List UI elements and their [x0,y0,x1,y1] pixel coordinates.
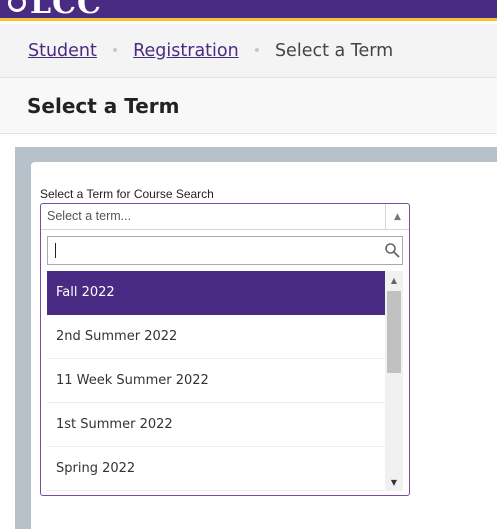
term-options: Fall 2022 2nd Summer 2022 11 Week Summer 2… [47,271,385,491]
term-option[interactable]: 2nd Summer 2022 [47,315,385,359]
list-scrollbar[interactable]: ▲ ▼ [385,271,403,491]
term-select-toggle[interactable]: Select a term... ▲ [41,204,409,230]
term-option[interactable]: Spring 2022 [47,447,385,491]
logo-emblem-icon [8,0,26,12]
term-selection-panel: Select a Term for Course Search Select a… [31,162,497,529]
term-search-input[interactable] [48,237,368,264]
scroll-down-icon[interactable]: ▼ [385,473,403,491]
breadcrumb-current: Select a Term [274,40,394,61]
term-option[interactable]: 1st Summer 2022 [47,403,385,447]
breadcrumb-separator: • [110,42,120,59]
term-option[interactable]: Fall 2022 [47,271,385,315]
text-cursor [55,243,56,258]
breadcrumb-link-registration[interactable]: Registration [133,41,239,61]
term-options-list: Fall 2022 2nd Summer 2022 11 Week Summer 2… [47,271,403,491]
scroll-up-icon[interactable]: ▲ [385,271,403,289]
breadcrumb-link-student[interactable]: Student [28,41,97,61]
top-header-bar: LCC [0,0,497,21]
search-icon [385,243,400,258]
term-search-box[interactable] [47,236,403,265]
term-select-label: Select a Term for Course Search [40,187,214,201]
term-option[interactable]: 11 Week Summer 2022 [47,359,385,403]
page-title: Select a Term [0,78,497,134]
term-select-dropdown[interactable]: Select a term... ▲ Fall 2022 2nd Summer 2… [40,203,410,496]
scrollbar-thumb[interactable] [387,291,401,373]
site-logo[interactable]: LCC [30,0,102,18]
content-frame: Select a Term for Course Search Select a… [15,147,497,529]
term-select-placeholder: Select a term... [47,209,132,223]
breadcrumb-separator: • [252,42,261,59]
chevron-up-icon[interactable]: ▲ [385,204,409,230]
breadcrumb: Student • Registration • Select a Term [0,24,497,78]
